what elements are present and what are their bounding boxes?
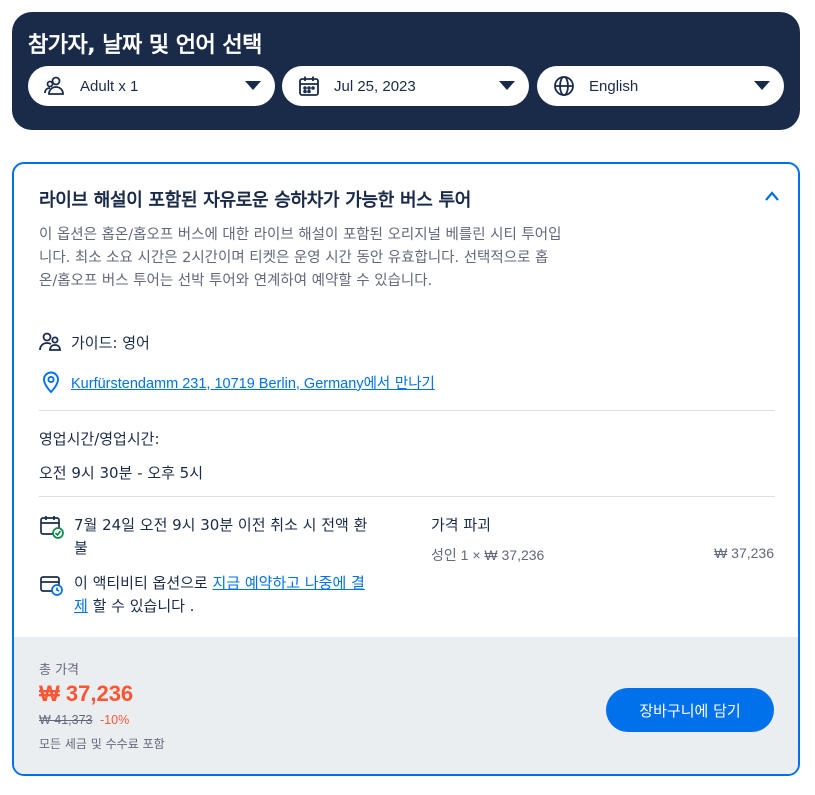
meeting-point-row: Kurfürstendamm 231, 10719 Berlin, German… bbox=[39, 370, 435, 394]
participants-select[interactable]: Adult x 1 bbox=[28, 66, 275, 106]
price-breakdown-amount: ₩ 37,236 bbox=[714, 545, 774, 561]
cancellation-text: 7월 24일 오전 9시 30분 이전 취소 시 전액 환불 bbox=[74, 516, 368, 557]
language-select[interactable]: English bbox=[537, 66, 784, 106]
reserve-now-row: 이 액티비티 옵션으로 지금 예약하고 나중에 결제 할 수 있습니다 . bbox=[39, 572, 374, 618]
reserve-suffix: 할 수 있습니다 . bbox=[87, 597, 195, 615]
participants-value: Adult x 1 bbox=[80, 77, 139, 95]
hours-value: 오전 9시 30분 - 오후 5시 bbox=[39, 464, 204, 482]
meeting-point-link[interactable]: Kurfürstendamm 231, 10719 Berlin, German… bbox=[71, 372, 435, 393]
total-price: ₩ 37,236 bbox=[39, 681, 134, 706]
reserve-prefix: 이 액티비티 옵션으로 bbox=[74, 574, 213, 592]
chevron-up-icon[interactable] bbox=[764, 190, 780, 202]
calendar-icon bbox=[298, 75, 320, 97]
price-breakdown-line: 성인 1 × ₩ 37,236 bbox=[431, 547, 545, 563]
original-price: ₩ 41,373 bbox=[39, 713, 93, 727]
date-value: Jul 25, 2023 bbox=[334, 77, 416, 95]
discount-badge: -10% bbox=[100, 713, 130, 727]
hours-label: 영업시간/영업시간: bbox=[39, 430, 160, 448]
option-card: 라이브 해설이 포함된 자유로운 승하차가 가능한 버스 투어 이 옵션은 홉온… bbox=[12, 162, 800, 776]
tax-note: 모든 세금 및 수수료 포함 bbox=[39, 737, 165, 751]
option-description: 이 옵션은 홉온/홉오프 버스에 대한 라이브 해설이 포함된 오리지널 베를린… bbox=[39, 227, 562, 289]
divider bbox=[39, 410, 775, 411]
cancellation-row: 7월 24일 오전 9시 30분 이전 취소 시 전액 환불 bbox=[39, 514, 374, 560]
meeting-address: Kurfürstendamm 231, 10719 Berlin, German… bbox=[71, 375, 364, 392]
guide-text: 가이드: 영어 bbox=[71, 333, 150, 352]
divider bbox=[39, 496, 775, 497]
header-title: 참가자, 날짜 및 언어 선택 bbox=[28, 33, 262, 58]
chevron-down-icon bbox=[499, 81, 515, 90]
reserve-now-text: 이 액티비티 옵션으로 지금 예약하고 나중에 결제 할 수 있습니다 . bbox=[74, 572, 374, 618]
chevron-down-icon bbox=[245, 81, 261, 90]
language-value: English bbox=[589, 77, 639, 95]
meeting-suffix: 에서 만나기 bbox=[363, 375, 435, 392]
add-to-cart-button[interactable]: 장바구니에 담기 bbox=[606, 688, 774, 732]
location-pin-icon bbox=[39, 370, 63, 394]
globe-icon bbox=[553, 75, 575, 97]
guide-icon bbox=[39, 330, 63, 354]
price-footer: 총 가격 ₩ 37,236 ₩ 41,373 -10% 모든 세금 및 수수료 … bbox=[14, 637, 798, 774]
people-icon bbox=[44, 75, 66, 97]
wallet-clock-icon bbox=[39, 572, 65, 598]
chevron-down-icon bbox=[754, 81, 770, 90]
calendar-check-icon bbox=[39, 514, 65, 540]
booking-header: 참가자, 날짜 및 언어 선택 Adult x 1 Jul 25, 2023 E… bbox=[12, 12, 800, 130]
total-label: 총 가격 bbox=[39, 663, 80, 678]
date-select[interactable]: Jul 25, 2023 bbox=[282, 66, 529, 106]
price-breakdown-title: 가격 파괴 bbox=[431, 516, 491, 534]
option-title: 라이브 해설이 포함된 자유로운 승하차가 가능한 버스 투어 bbox=[39, 190, 472, 211]
guide-row: 가이드: 영어 bbox=[39, 330, 150, 354]
